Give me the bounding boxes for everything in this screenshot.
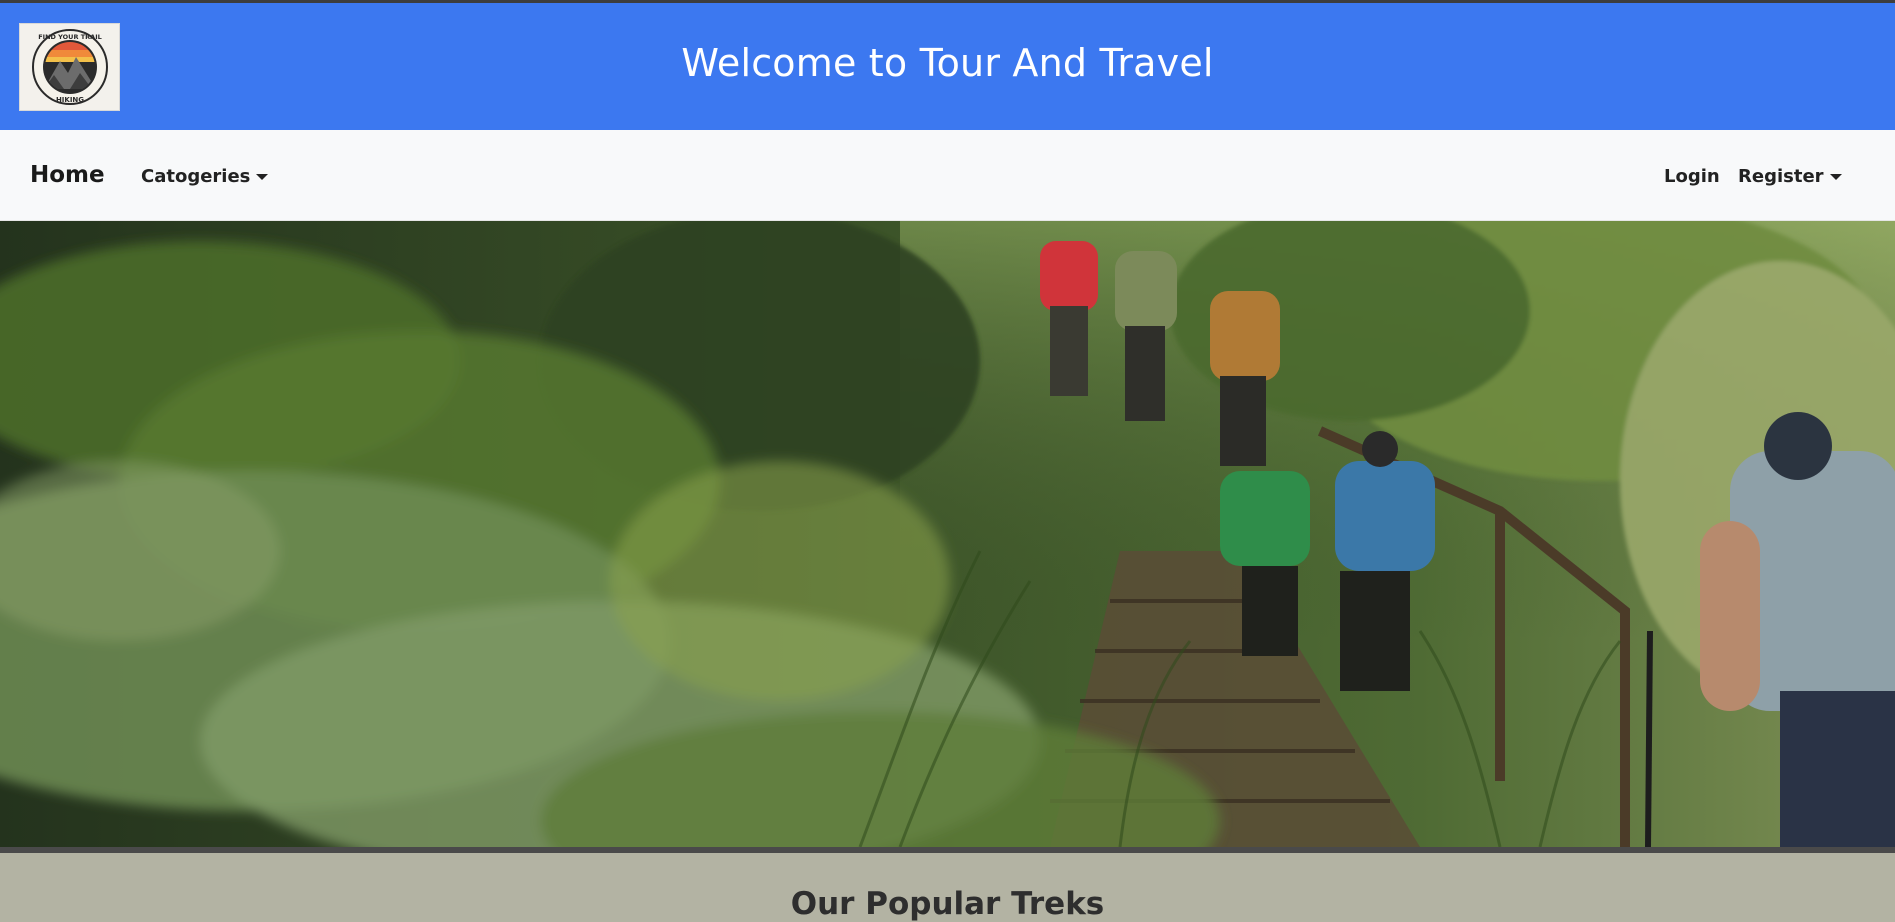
chevron-down-icon [256,173,269,180]
chevron-down-icon [1829,173,1842,180]
nav-home-link[interactable]: Home [30,162,105,188]
nav-categories-dropdown[interactable]: Catogeries [141,166,269,187]
hikers-forest-trail-image [0,221,1895,847]
main-navbar: Home Catogeries Login Register [0,130,1895,221]
section-title: Our Popular Treks [790,886,1105,922]
nav-register-label: Register [1738,166,1824,187]
hero-banner [0,221,1895,847]
page-title: Welcome to Tour And Travel [681,41,1214,85]
nav-login-link[interactable]: Login [1664,166,1720,187]
popular-treks-section: Our Popular Treks [0,853,1895,922]
nav-categories-label: Catogeries [141,166,251,187]
nav-register-dropdown[interactable]: Register [1738,166,1842,187]
site-header: FIND YOUR TRAIL HIKING Welcome to Tour A… [0,3,1895,130]
